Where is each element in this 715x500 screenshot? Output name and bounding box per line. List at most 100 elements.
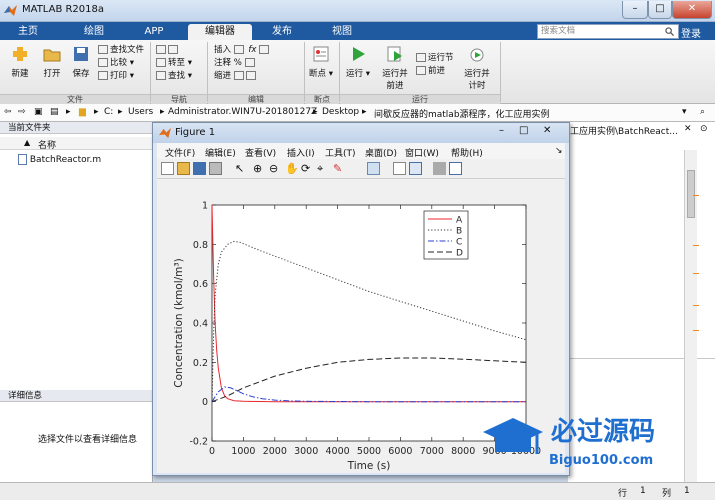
- new-button[interactable]: 新建: [6, 46, 34, 79]
- minimize-button[interactable]: –: [622, 1, 648, 19]
- print-button[interactable]: 打印 ▾: [98, 70, 144, 83]
- tab-apps[interactable]: APP: [134, 24, 174, 40]
- status-bar: 行 1 列 1: [0, 482, 715, 500]
- row-label: 行: [618, 489, 628, 499]
- hide-plot-tools-icon[interactable]: [433, 162, 446, 175]
- tab-plots[interactable]: 绘图: [72, 24, 116, 40]
- current-folder-panel: 当前文件夹 ▲ 名称 BatchReactor.m 详细信息 选择文件以查看详细…: [0, 122, 153, 500]
- up-folder-icon[interactable]: ▣: [34, 107, 43, 117]
- run-button[interactable]: 运行 ▾: [344, 46, 372, 79]
- run-and-time-button[interactable]: 运行并 计时: [460, 46, 494, 91]
- breakpoints-button[interactable]: 断点 ▾: [308, 46, 334, 79]
- menu-dock-icon[interactable]: ↘: [555, 146, 563, 156]
- find-files-button[interactable]: 查找文件: [98, 44, 144, 57]
- brush-icon[interactable]: ✎: [333, 162, 346, 175]
- find-icon: [156, 71, 166, 80]
- insert-legend-icon[interactable]: [409, 162, 422, 175]
- separator: [304, 42, 305, 102]
- maximize-button[interactable]: □: [648, 1, 672, 19]
- menu-insert[interactable]: 插入(I): [287, 146, 315, 159]
- menu-file[interactable]: 文件(F): [165, 146, 195, 159]
- pan-hand-icon[interactable]: ✋: [285, 162, 299, 175]
- panel-close-icon[interactable]: ✕: [684, 124, 692, 134]
- separator: [339, 42, 340, 102]
- menu-desktop[interactable]: 桌面(D): [365, 146, 397, 159]
- indent-button[interactable]: 缩进: [214, 70, 271, 83]
- data-cursor-icon[interactable]: ⌖: [317, 162, 330, 175]
- run-section-button[interactable]: 运行节: [416, 52, 454, 65]
- show-plot-tools-icon[interactable]: [449, 162, 462, 175]
- legend-label-B: B: [456, 227, 462, 237]
- browse-folder-icon[interactable]: ▤: [50, 107, 59, 117]
- figure-toolbar: ↖ ⊕ ⊖ ✋ ⟳ ⌖ ✎: [157, 159, 565, 179]
- advance-button[interactable]: 前进: [416, 65, 454, 78]
- indent-label: 缩进: [214, 71, 232, 81]
- zoom-out-icon[interactable]: ⊖: [269, 162, 282, 175]
- back-forward-disabled: [156, 44, 192, 57]
- path-segment-desktop[interactable]: Desktop: [322, 107, 359, 117]
- comment-label: 注释: [214, 58, 232, 68]
- path-separator: ▸: [362, 107, 367, 117]
- tab-editor[interactable]: 编辑器: [188, 24, 252, 40]
- file-list-header: ▲ 名称: [0, 137, 153, 151]
- compare-button[interactable]: 比较 ▾: [98, 57, 144, 70]
- run-and-advance-button[interactable]: 运行并 前进: [378, 46, 412, 91]
- close-button[interactable]: ✕: [672, 1, 712, 19]
- scrollbar-thumb[interactable]: [687, 170, 695, 218]
- comment-button[interactable]: 注释 %: [214, 57, 271, 70]
- edit-plot-pointer-icon[interactable]: ↖: [235, 162, 248, 175]
- figure-close-button[interactable]: ✕: [543, 125, 551, 136]
- run-advance-label-1: 运行并: [382, 69, 408, 79]
- col-label: 列: [662, 489, 672, 499]
- search-documentation-input[interactable]: 搜索文档: [537, 24, 679, 39]
- marker-tick: [693, 195, 699, 196]
- run-time-label-2: 计时: [468, 81, 486, 91]
- back-arrow-icon[interactable]: ⇦: [4, 107, 12, 117]
- tab-home[interactable]: 主页: [8, 24, 48, 40]
- path-dropdown-icon[interactable]: ▾: [682, 107, 687, 117]
- x-tick-label: 3000: [294, 446, 318, 457]
- menu-edit[interactable]: 编辑(E): [205, 146, 236, 159]
- current-folder-path-bar: ⇦ ⇨ ▣ ▤ ▸ ▆ ▸ C: ▸ Users ▸ Administrator…: [0, 104, 715, 122]
- file-name: BatchReactor.m: [29, 155, 102, 165]
- menu-view[interactable]: 查看(V): [245, 146, 276, 159]
- run-section-icon: [416, 53, 426, 62]
- figure-maximize-button[interactable]: □: [519, 125, 528, 136]
- menu-window[interactable]: 窗口(W): [405, 146, 439, 159]
- column-name[interactable]: 名称: [38, 138, 56, 151]
- goto-button[interactable]: 转至 ▾: [156, 57, 192, 70]
- forward-arrow-icon[interactable]: ⇨: [18, 107, 26, 117]
- new-label: 新建: [11, 69, 29, 79]
- tab-view[interactable]: 视图: [322, 24, 362, 40]
- save-figure-icon[interactable]: [193, 162, 206, 175]
- tab-publish[interactable]: 发布: [260, 24, 304, 40]
- path-segment-project[interactable]: 间歇反应器的matlab源程序，化工应用实例: [374, 107, 550, 120]
- save-button[interactable]: 保存: [68, 46, 94, 79]
- path-segment-users[interactable]: Users: [128, 107, 153, 117]
- print-figure-icon[interactable]: [209, 162, 222, 175]
- link-plot-icon[interactable]: [367, 162, 380, 175]
- watermark-main-text: 必过源码: [551, 417, 655, 447]
- open-button[interactable]: 打开: [38, 46, 66, 79]
- path-search-icon[interactable]: ⌕: [700, 107, 705, 117]
- search-icon: [665, 27, 674, 36]
- zoom-in-icon[interactable]: ⊕: [253, 162, 266, 175]
- advance-icon: [416, 66, 426, 75]
- file-list-item[interactable]: BatchReactor.m: [18, 154, 101, 165]
- menu-help[interactable]: 帮助(H): [451, 146, 483, 159]
- insert-colorbar-icon[interactable]: [393, 162, 406, 175]
- path-drive[interactable]: C:: [104, 107, 113, 117]
- insert-button[interactable]: 插入 fx: [214, 44, 271, 57]
- x-axis-label: Time (s): [347, 460, 391, 472]
- new-figure-icon[interactable]: [161, 162, 174, 175]
- find-button[interactable]: 查找 ▾: [156, 70, 192, 83]
- panel-menu-icon[interactable]: ⊙: [700, 124, 708, 134]
- rotate-3d-icon[interactable]: ⟳: [301, 162, 314, 175]
- separator: [500, 42, 501, 102]
- login-button[interactable]: 登录: [681, 25, 701, 40]
- open-file-icon[interactable]: [177, 162, 190, 175]
- path-segment-admin[interactable]: Administrator.WIN7U-20180127Z: [168, 107, 317, 117]
- menu-tools[interactable]: 工具(T): [325, 146, 356, 159]
- goto-label: 转至: [168, 58, 186, 68]
- figure-minimize-button[interactable]: –: [499, 125, 504, 136]
